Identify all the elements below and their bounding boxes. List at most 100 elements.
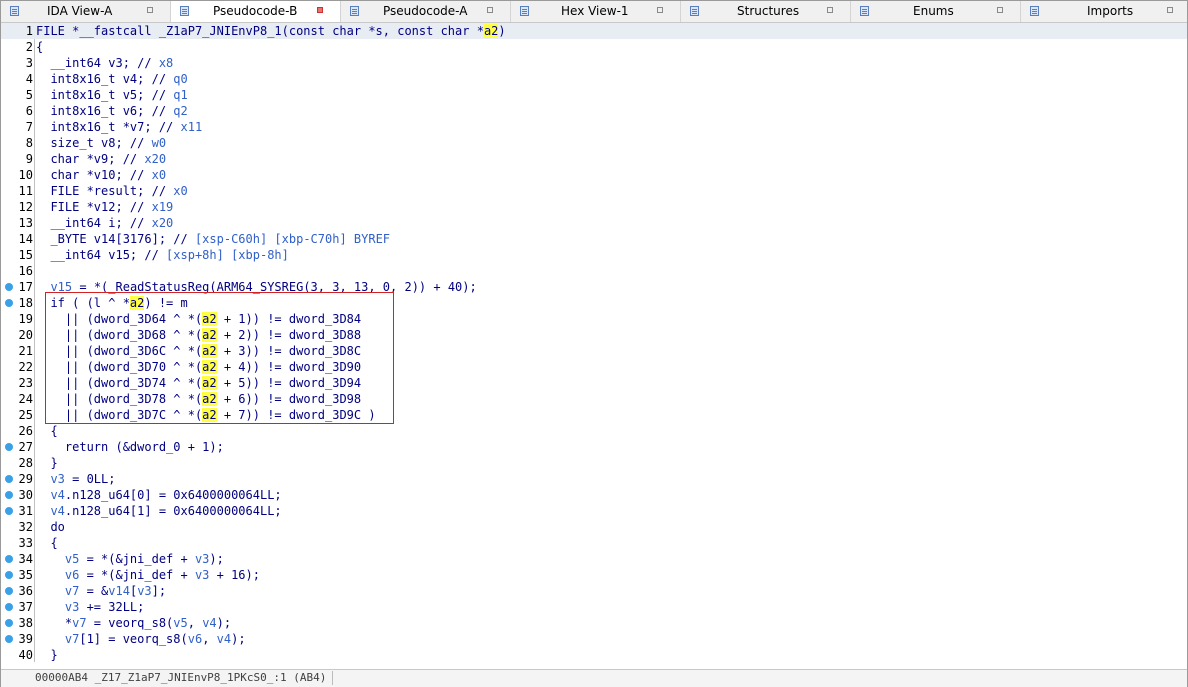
code-line[interactable]: 10 char *v10; // x0 xyxy=(1,167,1187,183)
code-text: FILE *v12; // x19 xyxy=(36,199,173,215)
code-line[interactable]: 34 v5 = *(&jni_def + v3); xyxy=(1,551,1187,567)
code-text: size_t v8; // w0 xyxy=(36,135,166,151)
line-number: 28 xyxy=(18,456,33,470)
tab-enums[interactable]: Enums xyxy=(851,1,1021,22)
code-token: [1] = veorq_s8( xyxy=(79,632,188,646)
tab-pseudocode-a[interactable]: Pseudocode-A xyxy=(341,1,511,22)
code-line[interactable]: 5 int8x16_t v5; // q1 xyxy=(1,87,1187,103)
code-line[interactable]: 31 v4.n128_u64[1] = 0x6400000064LL; xyxy=(1,503,1187,519)
variable-token[interactable]: v5 xyxy=(173,616,187,630)
code-line[interactable]: 6 int8x16_t v6; // q2 xyxy=(1,103,1187,119)
code-line[interactable]: 4 int8x16_t v4; // q0 xyxy=(1,71,1187,87)
variable-token[interactable]: v4 xyxy=(50,488,64,502)
code-line[interactable]: 3 __int64 v3; // x8 xyxy=(1,55,1187,71)
code-line[interactable]: 15 __int64 v15; // [xsp+8h] [xbp-8h] xyxy=(1,247,1187,263)
code-token: int8x16_t v5; // xyxy=(36,88,174,102)
variable-token[interactable]: v14 xyxy=(108,584,130,598)
code-token: = veorq_s8( xyxy=(86,616,174,630)
code-text: { xyxy=(36,535,58,551)
variable-token[interactable]: v3 xyxy=(195,552,209,566)
code-line[interactable]: 2{ xyxy=(1,39,1187,55)
code-text: _BYTE v14[3176]; // [xsp-C60h] [xbp-C70h… xyxy=(36,231,390,247)
variable-token[interactable]: v3 xyxy=(195,568,209,582)
code-line[interactable]: 7 int8x16_t *v7; // x11 xyxy=(1,119,1187,135)
code-line[interactable]: 35 v6 = *(&jni_def + v3 + 16); xyxy=(1,567,1187,583)
variable-token[interactable]: v7 xyxy=(72,616,86,630)
tab-pseudocode-b[interactable]: Pseudocode-B xyxy=(171,1,341,22)
code-line[interactable]: 29 v3 = 0LL; xyxy=(1,471,1187,487)
register-comment: x20 xyxy=(151,216,174,230)
code-line[interactable]: 28 } xyxy=(1,455,1187,471)
close-icon[interactable] xyxy=(997,7,1003,13)
variable-token[interactable]: v3 xyxy=(137,584,151,598)
code-line[interactable]: 26 { xyxy=(1,423,1187,439)
line-number: 36 xyxy=(18,584,33,598)
code-token: FILE *__fastcall _Z1aP7_JNIEnvP8_1(const… xyxy=(36,24,484,38)
code-token: .n128_u64[1] = 0x6400000064LL; xyxy=(64,504,282,518)
tab-hex-view-1[interactable]: Hex View-1 xyxy=(511,1,681,22)
tab-structures[interactable]: Structures xyxy=(681,1,851,22)
tab-label: Imports xyxy=(1087,4,1134,18)
register-comment: w0 xyxy=(151,136,167,150)
code-line[interactable]: 9 char *v9; // x20 xyxy=(1,151,1187,167)
code-token: __int64 i; // xyxy=(36,216,152,230)
close-icon[interactable] xyxy=(1167,7,1173,13)
code-text: v5 = *(&jni_def + v3); xyxy=(36,551,224,567)
tab-imports[interactable]: Imports xyxy=(1021,1,1187,22)
code-line[interactable]: 11 FILE *result; // x0 xyxy=(1,183,1187,199)
code-text: v7[1] = veorq_s8(v6, v4); xyxy=(36,631,246,647)
code-token: { xyxy=(36,536,58,550)
code-text: v3 += 32LL; xyxy=(36,599,144,615)
code-text: { xyxy=(36,39,43,55)
code-line[interactable]: 37 v3 += 32LL; xyxy=(1,599,1187,615)
close-icon[interactable] xyxy=(487,7,493,13)
code-token: * xyxy=(36,616,73,630)
code-line[interactable]: 12 FILE *v12; // x19 xyxy=(1,199,1187,215)
code-line[interactable]: 38 *v7 = veorq_s8(v5, v4); xyxy=(1,615,1187,631)
tab-label: Enums xyxy=(913,4,954,18)
code-line[interactable]: 39 v7[1] = veorq_s8(v6, v4); xyxy=(1,631,1187,647)
highlighted-identifier[interactable]: a2 xyxy=(483,24,499,38)
close-icon[interactable] xyxy=(147,7,153,13)
variable-token[interactable]: v3 xyxy=(65,600,79,614)
code-token: = *(&jni_def + xyxy=(79,552,195,566)
annotation-highlight-box xyxy=(45,292,394,424)
close-icon[interactable] xyxy=(317,7,323,13)
register-comment: q0 xyxy=(173,72,188,86)
variable-token[interactable]: v4 xyxy=(217,632,231,646)
code-line[interactable]: 8 size_t v8; // w0 xyxy=(1,135,1187,151)
close-icon[interactable] xyxy=(827,7,833,13)
code-text: { xyxy=(36,423,57,439)
variable-token[interactable]: v7 xyxy=(65,584,79,598)
line-number: 1 xyxy=(25,24,33,38)
code-line[interactable]: 13 __int64 i; // x20 xyxy=(1,215,1187,231)
code-line[interactable]: 16 xyxy=(1,263,1187,279)
variable-token[interactable]: v4 xyxy=(50,504,64,518)
code-line[interactable]: 27 return (&dword_0 + 1); xyxy=(1,439,1187,455)
variable-token[interactable]: v7 xyxy=(65,632,79,646)
tab-ida-view-a[interactable]: IDA View-A xyxy=(1,1,171,22)
variable-token[interactable]: v6 xyxy=(65,568,79,582)
code-token: ); xyxy=(209,552,224,566)
code-token: , xyxy=(187,616,203,630)
variable-token[interactable]: v5 xyxy=(65,552,79,566)
code-line[interactable]: 30 v4.n128_u64[0] = 0x6400000064LL; xyxy=(1,487,1187,503)
code-token: char *v9; // xyxy=(36,152,145,166)
register-comment: x0 xyxy=(151,168,167,182)
code-token: ); xyxy=(231,632,246,646)
code-line[interactable]: 14 _BYTE v14[3176]; // [xsp-C60h] [xbp-C… xyxy=(1,231,1187,247)
code-line[interactable]: 36 v7 = &v14[v3]; xyxy=(1,583,1187,599)
variable-token[interactable]: v3 xyxy=(50,472,64,486)
variable-token[interactable]: v6 xyxy=(188,632,202,646)
code-line[interactable]: 1 FILE *__fastcall _Z1aP7_JNIEnvP8_1(cons… xyxy=(1,23,1187,39)
code-line[interactable]: 32 do xyxy=(1,519,1187,535)
line-number: 26 xyxy=(18,424,33,438)
code-text: v4.n128_u64[1] = 0x6400000064LL; xyxy=(36,503,282,519)
code-line[interactable]: 40 } xyxy=(1,647,1187,663)
code-line[interactable]: 33 { xyxy=(1,535,1187,551)
variable-token[interactable]: v4 xyxy=(202,616,216,630)
close-icon[interactable] xyxy=(657,7,663,13)
